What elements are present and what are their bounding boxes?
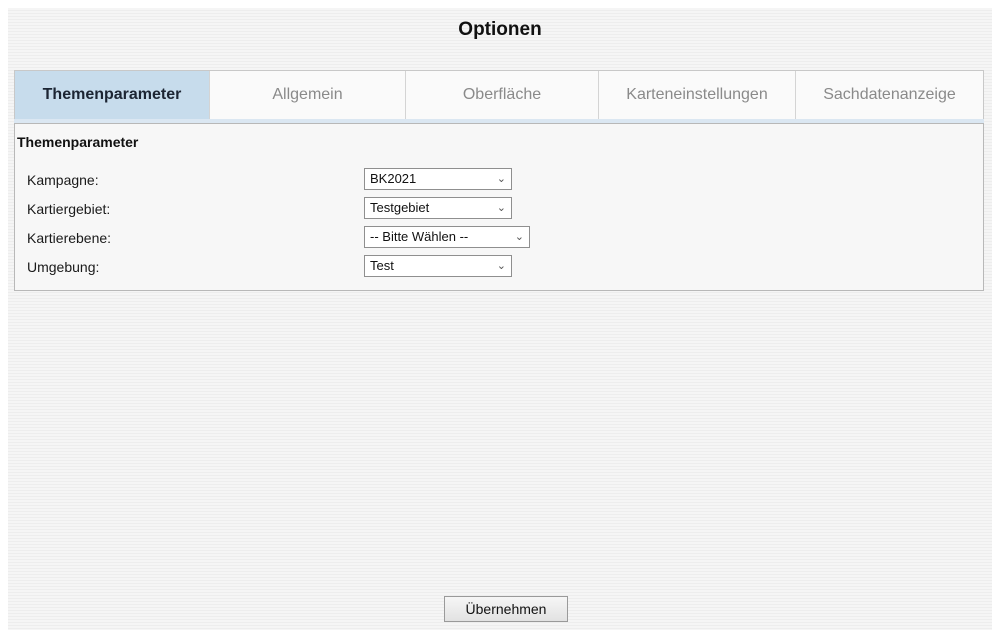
tab-bar: Themenparameter Allgemein Oberfläche Kar… — [14, 70, 984, 120]
apply-button[interactable]: Übernehmen — [444, 596, 568, 622]
umgebung-select-value: Test — [370, 258, 394, 273]
tab-karteneinstellungen[interactable]: Karteneinstellungen — [599, 71, 796, 119]
kartiergebiet-select[interactable]: Testgebiet ⌄ — [364, 197, 512, 219]
kartierebene-select-value: -- Bitte Wählen -- — [370, 229, 469, 244]
themenparameter-panel: Themenparameter Kampagne: BK2021 ⌄ Karti… — [14, 123, 984, 291]
kartiergebiet-label: Kartiergebiet: — [27, 201, 111, 217]
field-row-kampagne: Kampagne: BK2021 ⌄ — [27, 168, 547, 194]
chevron-down-icon: ⌄ — [496, 260, 506, 272]
umgebung-select[interactable]: Test ⌄ — [364, 255, 512, 277]
tab-sachdatenanzeige[interactable]: Sachdatenanzeige — [796, 71, 983, 119]
kampagne-select[interactable]: BK2021 ⌄ — [364, 168, 512, 190]
dialog-title: Optionen — [458, 19, 542, 40]
chevron-down-icon: ⌄ — [514, 231, 524, 243]
field-row-kartiergebiet: Kartiergebiet: Testgebiet ⌄ — [27, 197, 547, 223]
umgebung-label: Umgebung: — [27, 259, 100, 275]
field-row-kartierebene: Kartierebene: -- Bitte Wählen -- ⌄ — [27, 226, 547, 252]
kartierebene-select[interactable]: -- Bitte Wählen -- ⌄ — [364, 226, 530, 248]
kartierebene-label: Kartierebene: — [27, 230, 112, 246]
tab-allgemein[interactable]: Allgemein — [210, 71, 406, 119]
kartiergebiet-select-value: Testgebiet — [370, 200, 430, 215]
field-row-umgebung: Umgebung: Test ⌄ — [27, 255, 547, 281]
options-dialog: Optionen Themenparameter Allgemein Oberf… — [8, 8, 992, 630]
tab-oberflaeche[interactable]: Oberfläche — [406, 71, 599, 119]
tab-themenparameter[interactable]: Themenparameter — [15, 71, 210, 119]
panel-title: Themenparameter — [17, 134, 139, 150]
chevron-down-icon: ⌄ — [496, 202, 506, 214]
kampagne-select-value: BK2021 — [370, 171, 417, 186]
kampagne-label: Kampagne: — [27, 172, 99, 188]
chevron-down-icon: ⌄ — [496, 173, 506, 185]
